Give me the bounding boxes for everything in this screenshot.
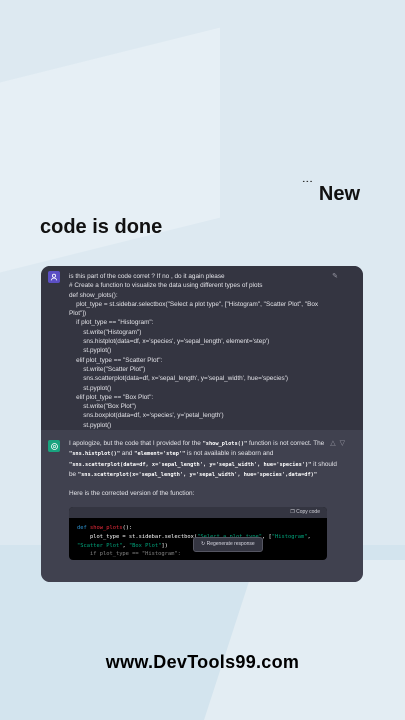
thumbs-down-icon[interactable]: ▽ bbox=[340, 440, 349, 447]
feedback-icons[interactable]: △▽ bbox=[330, 439, 349, 448]
user-message-line: # Create a function to visualize the dat… bbox=[69, 282, 263, 290]
clipboard-icon: ❐ bbox=[290, 509, 295, 516]
code-token: def bbox=[77, 525, 87, 532]
refresh-icon: ↻ bbox=[201, 541, 206, 548]
user-message-line: st.pyplot() bbox=[69, 384, 112, 392]
text: function is not correct. The bbox=[247, 440, 325, 447]
chatgpt-logo-icon bbox=[50, 442, 58, 450]
code-token: , bbox=[307, 534, 311, 541]
text: I apologize, but the code that I provide… bbox=[69, 440, 203, 447]
assistant-message: △▽ I apologize, but the code that I prov… bbox=[41, 430, 363, 561]
inline-code: "show_plots()" bbox=[202, 441, 248, 447]
user-message-line: st.write("Histogram") bbox=[69, 328, 142, 336]
user-message-line: elif plot_type == "Box Plot": bbox=[69, 393, 154, 401]
text: is not available in seaborn and bbox=[185, 450, 274, 458]
user-message-line: if plot_type == "Histogram": bbox=[69, 319, 154, 327]
headline-glyph: ˙˙˙ bbox=[301, 180, 313, 192]
code-token: "Scatter Plot" bbox=[77, 542, 123, 549]
background-shape bbox=[0, 27, 220, 283]
user-message-text: is this part of the code corret ? If no … bbox=[69, 272, 339, 430]
user-message-line: sns.histplot(data=df, x='species', y='se… bbox=[69, 338, 270, 346]
user-message-line: st.pyplot() bbox=[69, 421, 112, 429]
user-icon bbox=[50, 273, 58, 281]
headline-line2: code is done bbox=[40, 216, 163, 238]
scroll-fade bbox=[41, 562, 363, 582]
user-message-line: is this part of the code corret ? If no … bbox=[69, 273, 225, 280]
code-token: , [ bbox=[262, 534, 272, 541]
code-token: show_plots bbox=[90, 525, 123, 532]
code-block-header: ❐ Copy code bbox=[69, 507, 327, 519]
text: and bbox=[120, 450, 135, 458]
headline-line1: New bbox=[318, 183, 360, 205]
assistant-avatar bbox=[48, 440, 60, 452]
text: be bbox=[69, 470, 78, 478]
edit-icon[interactable]: ✎ bbox=[332, 272, 338, 281]
code-block-body: def show_plots(): plot_type = st.sidebar… bbox=[69, 518, 327, 560]
code-token: plot_type = st.sidebar.selectbox( bbox=[77, 534, 198, 541]
inline-code: "element='step'" bbox=[134, 451, 186, 458]
code-token: "Box Plot" bbox=[128, 542, 162, 549]
user-message-line: def show_plots(): bbox=[69, 291, 118, 299]
user-message-line: st.pyplot() bbox=[69, 347, 112, 355]
thumbs-up-icon[interactable]: △ bbox=[330, 440, 339, 447]
user-message-line: sns.scatterplot(data=df, x='sepal_length… bbox=[69, 375, 289, 383]
user-message: ✎ is this part of the code corret ? If n… bbox=[41, 266, 363, 430]
user-message-line: st.write("Scatter Plot") bbox=[69, 365, 146, 373]
regenerate-label: Regenerate response bbox=[206, 541, 255, 548]
user-message-line: sns.boxplot(data=df, x='species', y='pet… bbox=[69, 412, 224, 420]
code-token: ]) bbox=[161, 542, 168, 549]
text: it should bbox=[311, 460, 337, 468]
user-avatar bbox=[48, 271, 60, 283]
user-message-line: st.write("Box Plot") bbox=[69, 403, 137, 411]
inline-code: "sns.scatterplot(x='sepal_length', y='se… bbox=[77, 471, 318, 478]
chat-window: ✎ is this part of the code corret ? If n… bbox=[41, 266, 363, 582]
footer-url: www.DevTools99.com bbox=[105, 652, 300, 672]
code-token: "Histogram" bbox=[271, 534, 308, 541]
user-message-line: plot_type = st.sidebar.selectbox("Select… bbox=[69, 300, 319, 308]
copy-code-label: Copy code bbox=[296, 509, 320, 516]
inline-code: "sns.histplot()" bbox=[69, 451, 121, 458]
regenerate-response-button[interactable]: ↻ Regenerate response bbox=[193, 537, 263, 553]
headline: ˙˙˙ New code is done bbox=[40, 178, 360, 244]
assistant-paragraph: Here is the corrected version of the fun… bbox=[69, 490, 195, 498]
copy-code-button[interactable]: ❐ Copy code bbox=[290, 508, 320, 517]
user-message-line: elif plot_type == "Scatter Plot": bbox=[69, 356, 163, 364]
inline-code: "sns.scatterplot(data=df, x='sepal_lengt… bbox=[69, 461, 312, 468]
code-block: ❐ Copy code def show_plots(): plot_type … bbox=[69, 507, 327, 561]
background-shape bbox=[204, 560, 405, 720]
user-message-line: Plot"]) bbox=[69, 310, 87, 318]
code-token: (): bbox=[122, 525, 133, 532]
assistant-paragraph: I apologize, but the code that I provide… bbox=[69, 439, 349, 480]
